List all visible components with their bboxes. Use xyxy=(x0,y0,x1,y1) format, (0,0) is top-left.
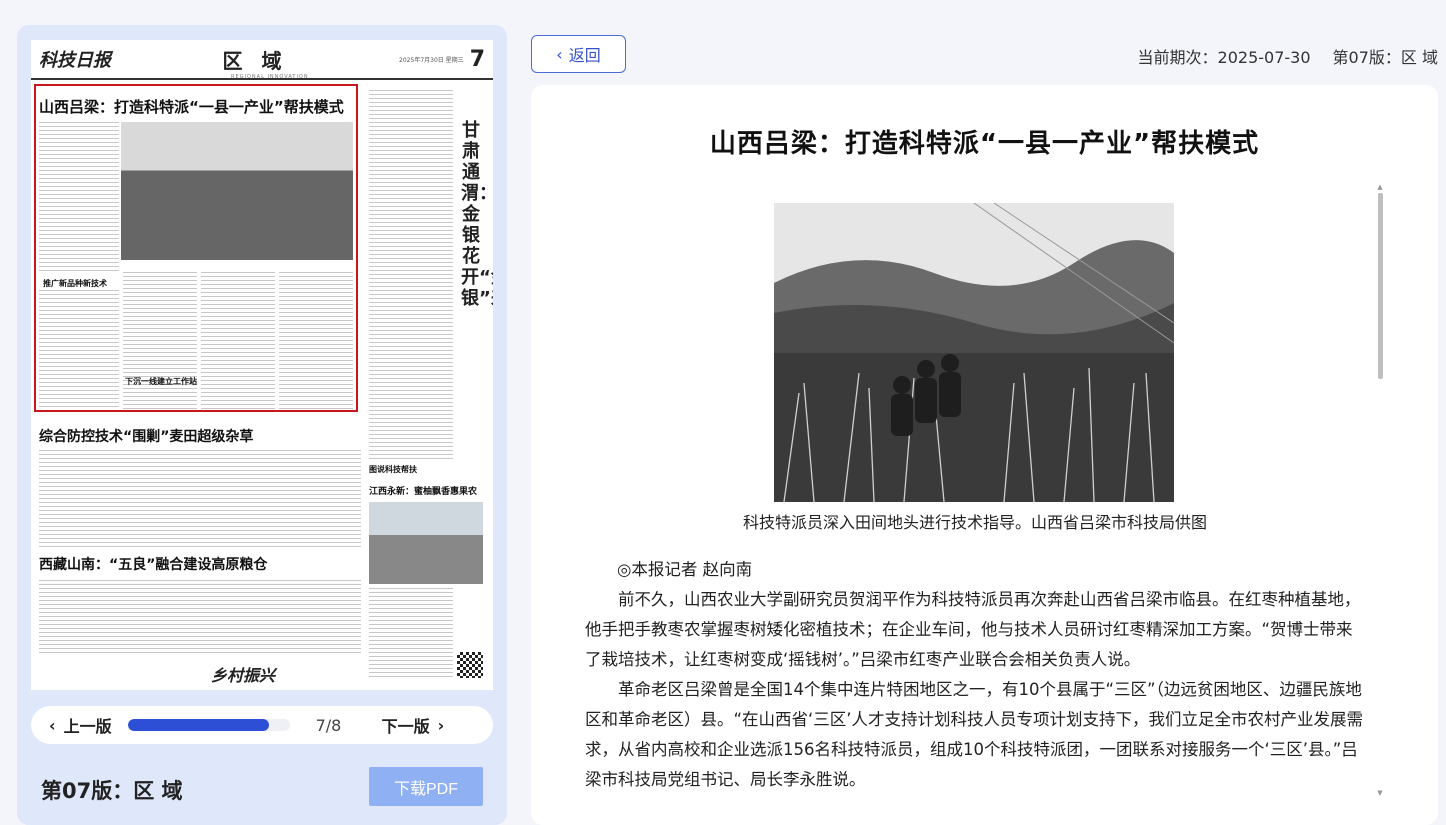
current-issue-date: 当前期次：2025-07-30 xyxy=(1137,48,1311,67)
newspaper-masthead: 科技日报 xyxy=(39,50,111,71)
np-text-block xyxy=(39,580,361,655)
current-edition: 第07版：区 域 xyxy=(1332,48,1438,67)
scroll-up-icon[interactable]: ▲ xyxy=(1376,183,1384,191)
newspaper-section-en: REGIONAL INNOVATION xyxy=(231,74,309,80)
issue-info: 当前期次：2025-07-30 第07版：区 域 xyxy=(1138,44,1438,68)
np-photo-column-label: 图说科技帮扶 xyxy=(369,465,417,474)
np-headline-3[interactable]: 西藏山南：“五良”融合建设高原粮仓 xyxy=(39,554,267,574)
newspaper-date-line: 2025年7月30日 星期三 xyxy=(399,56,464,64)
article-paragraph: 革命老区吕梁曾是全国14个集中连片特困地区之一，有10个县属于“三区”（边远贫困… xyxy=(585,680,1364,789)
np-banner: 乡村振兴 xyxy=(211,666,276,685)
next-page-label: 下一版 xyxy=(381,717,430,736)
download-pdf-button[interactable]: 下载PDF xyxy=(369,767,483,806)
page-preview-panel: 科技日报 区 域 2025年7月30日 星期三 7 REGIONAL INNOV… xyxy=(17,25,507,825)
np-text-block xyxy=(369,90,453,460)
article-title: 山西吕梁：打造科特派“一县一产业”帮扶模式 xyxy=(709,129,1260,159)
photo-caption: 科技特派员深入田间地头进行技术指导。山西省吕梁市科技局供图 xyxy=(742,513,1207,532)
article-paragraph: 前不久，山西农业大学副研究员贺润平作为科技特派员再次奔赴山西省吕梁市临县。在红枣… xyxy=(585,590,1361,669)
np-photo-headline[interactable]: 江西永新：蜜柚飘香惠果农 xyxy=(369,484,477,497)
qr-code-icon xyxy=(457,652,483,678)
chevron-right-icon: › xyxy=(437,715,445,735)
article-card: 山西吕梁：打造科特派“一县一产业”帮扶模式 科技特派员深入田间地头进行技术指导。… xyxy=(531,85,1438,825)
newspaper-page-thumbnail[interactable]: 科技日报 区 域 2025年7月30日 星期三 7 REGIONAL INNOV… xyxy=(31,40,493,690)
np-headline-2[interactable]: 综合防控技术“围剿”麦田超级杂草 xyxy=(39,426,253,446)
page-progress-fill xyxy=(127,719,270,731)
chevron-left-icon: ‹ xyxy=(49,715,56,735)
selected-article-highlight[interactable] xyxy=(34,84,358,412)
next-page-button[interactable]: 下一版 › xyxy=(382,713,445,737)
article-photo xyxy=(774,203,1174,502)
article-scrollbar[interactable]: ▲ ▼ xyxy=(1376,183,1384,797)
newspaper-page-number: 7 xyxy=(469,46,485,72)
chevron-left-icon: ‹ xyxy=(556,44,563,64)
page-progress-bar[interactable] xyxy=(127,719,290,731)
scrollbar-thumb[interactable] xyxy=(1378,193,1383,379)
np-vertical-headline[interactable]: 甘肃通渭：金银花开“金银”来 xyxy=(461,120,493,309)
back-button[interactable]: ‹ 返回 xyxy=(531,35,626,73)
np-text-block xyxy=(369,588,453,680)
field-photo-illustration xyxy=(774,203,1174,502)
prev-page-button[interactable]: ‹ 上一版 xyxy=(49,713,112,737)
article-byline: ◎本报记者 赵向南 xyxy=(617,560,753,579)
page-pager: ‹ 上一版 7/8 下一版 › xyxy=(31,706,493,744)
newspaper-section-title: 区 域 xyxy=(222,48,288,73)
prev-page-label: 上一版 xyxy=(63,717,112,736)
back-button-label: 返回 xyxy=(568,46,601,65)
page-count: 7/8 xyxy=(315,715,342,735)
article-content[interactable]: 科技特派员深入田间地头进行技术指导。山西省吕梁市科技局供图 ◎本报记者 赵向南 … xyxy=(585,203,1365,803)
edition-title: 第07版：区 域 xyxy=(41,779,183,803)
scroll-down-icon[interactable]: ▼ xyxy=(1376,789,1384,797)
article-body: ◎本报记者 赵向南 前不久，山西农业大学副研究员贺润平作为科技特派员再次奔赴山西… xyxy=(585,555,1365,795)
np-text-block xyxy=(39,450,361,550)
np-column-photo xyxy=(369,502,483,584)
